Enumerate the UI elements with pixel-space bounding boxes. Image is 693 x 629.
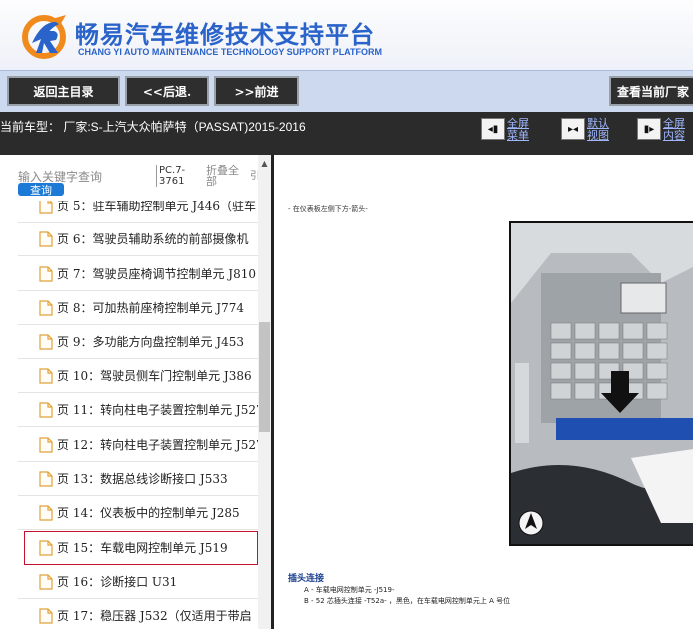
scroll-up-arrow-icon[interactable]: ▲ [258, 159, 271, 171]
list-item[interactable]: 页 16：诊断接口 U31 [18, 565, 258, 599]
list-item[interactable]: 页 15：车载电网控制单元 J519 [24, 531, 258, 565]
list-item[interactable]: 页 14：仪表板中的控制单元 J285 [18, 496, 258, 530]
list-item[interactable]: 页 17：稳压器 J532（仅适用于带启 [18, 599, 258, 629]
default-view-label-2: 视图 [587, 129, 609, 142]
list-item-label: 页 7：驾驶员座椅调节控制单元 J810 [57, 267, 256, 281]
collapse-all-link[interactable]: 折叠全部 [206, 165, 239, 187]
list-item-label: 页 17：稳压器 J532（仅适用于带启 [57, 609, 252, 623]
header: 畅易汽车维修技术支持平台 CHANG YI AUTO MAINTENANCE T… [0, 0, 693, 70]
list-item[interactable]: 页 11：转向柱电子装置控制单元 J527 [18, 393, 258, 427]
pc-code-line-2: 3761 [159, 176, 185, 187]
logo-icon [22, 15, 66, 59]
connector-line-b: B - 52 芯插头连接 -T52a- ，黑色，在车载电网控制单元上 A 号位 [304, 597, 511, 605]
document-icon [39, 265, 53, 282]
forward-button[interactable]: >>前进 [214, 76, 299, 106]
expand-left-icon: ◂▮ [481, 118, 505, 140]
expand-right-icon: ▮▸ [637, 118, 661, 140]
connector-title: 插头连接 [288, 574, 325, 584]
pc-code: PC.7- 3761 [156, 165, 185, 187]
document-icon [39, 299, 53, 316]
fullscreen-menu-button[interactable]: ◂▮ 全屏 菜单 [481, 118, 529, 142]
document-icon [39, 504, 53, 521]
list-item[interactable]: 页 12：转向柱电子装置控制单元 J527 [18, 428, 258, 462]
list-item[interactable]: 页 6：驾驶员辅助系统的前部摄像机 [18, 222, 258, 256]
view-vendor-button[interactable]: 查看当前厂家 [609, 76, 693, 106]
list-item-label: 页 14：仪表板中的控制单元 J285 [57, 506, 240, 520]
component-photo [509, 221, 693, 546]
current-vehicle-label: 当前车型： 厂家:S-上汽大众帕萨特（PASSAT)2015-2016 [0, 120, 306, 134]
list-item-label: 页 13：数据总线诊断接口 J533 [57, 472, 228, 486]
pc-code-line-1: PC.7- [159, 165, 186, 176]
document-icon [39, 367, 53, 384]
list-item[interactable]: 页 8：可加热前座椅控制单元 J774 [18, 291, 258, 325]
default-view-button[interactable]: ▸◂ 默认 视图 [561, 118, 609, 142]
collapse-all-label-2: 部 [206, 175, 217, 188]
document-icon [39, 607, 53, 624]
list-item-label: 页 9：多功能方向盘控制单元 J453 [57, 335, 244, 349]
scroll-thumb[interactable] [259, 322, 270, 432]
list-item-label: 页 15：车载电网控制单元 J519 [57, 541, 228, 555]
list-item-label: 页 6：驾驶员辅助系统的前部摄像机 [57, 232, 249, 246]
sidebar-scrollbar[interactable]: ▲ [258, 155, 271, 629]
home-button[interactable]: 返回主目录 [7, 76, 120, 106]
list-item[interactable]: 页 9：多功能方向盘控制单元 J453 [18, 325, 258, 359]
document-icon [39, 573, 53, 590]
list-item[interactable]: 页 7：驾驶员座椅调节控制单元 J810 [18, 257, 258, 291]
document-icon [39, 436, 53, 453]
document-icon [39, 401, 53, 418]
fullscreen-content-button[interactable]: ▮▸ 全屏 内容 [637, 118, 685, 142]
search-button[interactable]: 查询 [18, 183, 64, 197]
list-item-label: 页 8：可加热前座椅控制单元 J774 [57, 301, 244, 315]
dashboard-photo-image [511, 223, 693, 544]
list-item[interactable]: 页 13：数据总线诊断接口 J533 [18, 462, 258, 496]
location-note: - 在仪表板左侧下方-箭头- [288, 205, 368, 213]
fullscreen-content-label-2: 内容 [663, 129, 685, 142]
search-row: 输入关键字查询 查询 PC.7- 3761 折叠全部 引 [0, 155, 260, 201]
split-view-icon: ▸◂ [561, 118, 585, 140]
list-item-label: 页 16：诊断接口 U31 [57, 575, 178, 589]
platform-subtitle: CHANG YI AUTO MAINTENANCE TECHNOLOGY SUP… [78, 47, 383, 57]
document-icon [39, 539, 53, 556]
fullscreen-menu-label-2: 菜单 [507, 129, 529, 142]
list-item-label: 页 10：驾驶员侧车门控制单元 J386 [57, 369, 252, 383]
document-icon [39, 230, 53, 247]
sidebar: 页 5：驻车辅助控制单元 J446（驻车页 6：驾驶员辅助系统的前部摄像机页 7… [0, 155, 274, 629]
content-panel: - 在仪表板左侧下方-箭头- 插头连接 A - 车载电网控制单元 -J519- … [277, 155, 693, 629]
vehicle-info-bar: 当前车型： 厂家:S-上汽大众帕萨特（PASSAT)2015-2016 ◂▮ 全… [0, 112, 693, 155]
list-item-label: 页 12：转向柱电子装置控制单元 J527 [57, 438, 258, 452]
list-item[interactable]: 页 10：驾驶员侧车门控制单元 J386 [18, 359, 258, 393]
list-item-label: 页 11：转向柱电子装置控制单元 J527 [57, 403, 258, 417]
document-icon [39, 333, 53, 350]
platform-title: 畅易汽车维修技术支持平台 [75, 21, 375, 49]
nav-bar: 返回主目录 <<后退. >>前进 查看当前厂家 [0, 70, 693, 112]
connector-line-a: A - 车载电网控制单元 -J519- [304, 586, 395, 594]
back-button[interactable]: <<后退. [125, 76, 209, 106]
document-icon [39, 470, 53, 487]
